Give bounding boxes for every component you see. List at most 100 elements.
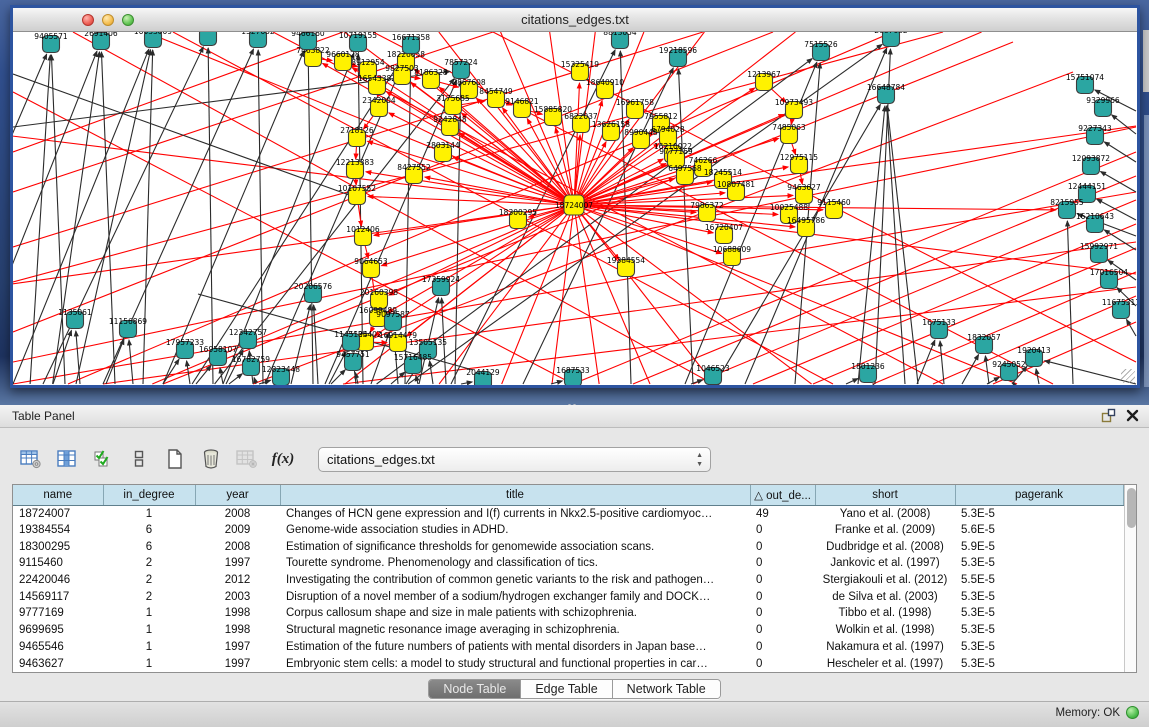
graph-node-label: 16961758 [616, 98, 654, 107]
resize-grip-icon[interactable] [1121, 369, 1135, 383]
graph-node-label: 12823448 [262, 365, 300, 374]
graph-node-label: 10719155 [339, 32, 377, 40]
close-panel-icon[interactable] [1126, 409, 1139, 427]
table-row[interactable]: 946554611997Estimation of the future num… [13, 639, 1123, 656]
new-table-button[interactable] [160, 445, 190, 473]
table-row[interactable]: 2242004622012Investigating the contribut… [13, 572, 1123, 589]
function-builder-button[interactable]: f(x) [268, 445, 298, 473]
network-view-window: citations_edges.txt 18724007746382296601… [10, 5, 1140, 388]
table-scrollbar[interactable] [1124, 485, 1137, 672]
graph-node-label: 2803144 [426, 141, 460, 150]
import-table-button[interactable] [232, 445, 262, 473]
graph-node[interactable] [200, 32, 217, 46]
graph-node-label: 8912954 [351, 58, 385, 67]
show-columns-button[interactable] [52, 445, 82, 473]
adjacent-frame-sliver [1143, 30, 1149, 92]
graph-node-label: 9227343 [1078, 124, 1112, 133]
graph-node-label: 8427552 [397, 163, 431, 172]
graph-node-label: 16782759 [232, 355, 270, 364]
graph-node-label: 16648784 [867, 83, 905, 92]
graph-node-label: 16033809 [134, 32, 172, 36]
dropdown-stepper-icon: ▲▼ [696, 451, 703, 469]
table-row[interactable]: 1872400712008Changes of HCN gene express… [13, 505, 1123, 522]
column-header-out_de[interactable]: △ out_de... [750, 485, 815, 505]
graph-node-label: 12444151 [1068, 182, 1106, 191]
float-panel-icon[interactable] [1101, 408, 1116, 428]
graph-node-label: 20206576 [294, 282, 332, 291]
table-scrollbar-thumb[interactable] [1127, 488, 1136, 528]
table-row[interactable]: 1938455462009Genome-wide association stu… [13, 522, 1123, 539]
split-pane-handle[interactable] [567, 395, 581, 402]
column-header-short[interactable]: short [815, 485, 955, 505]
graph-node-label: 1920413 [1017, 346, 1051, 355]
tab-edge-table[interactable]: Edge Table [521, 680, 612, 698]
column-header-year[interactable]: year [195, 485, 280, 505]
graph-node-label: 2867608 [452, 78, 486, 87]
tab-network-table[interactable]: Network Table [613, 680, 720, 698]
graph-node-label: 1527602 [241, 32, 275, 36]
graph-node-label: 9245052 [992, 360, 1026, 369]
table-select-dropdown[interactable]: citations_edges.txt ▲▼ [318, 447, 711, 472]
delete-table-button[interactable] [196, 445, 226, 473]
graph-node-label: 15992971 [1080, 242, 1118, 251]
column-header-in_degree[interactable]: in_degree [103, 485, 195, 505]
column-header-title[interactable]: title [280, 485, 750, 505]
graph-node-label: 6794028 [651, 125, 685, 134]
adjacent-frame-sliver-2 [1144, 115, 1149, 387]
table-tabs: Node TableEdge TableNetwork Table [428, 679, 720, 699]
graph-node-label: 10688609 [713, 245, 751, 254]
row-options-button[interactable] [124, 445, 154, 473]
function-icon: f(x) [272, 451, 295, 468]
graph-node-label: 6497568 [668, 164, 702, 173]
graph-node-label: 20160398 [360, 288, 398, 297]
table-row[interactable]: 969969511998Structural magnetic resonanc… [13, 622, 1123, 639]
table-row[interactable]: 1830029562008Estimation of significance … [13, 538, 1123, 555]
graph-node-label: 17016504 [1090, 268, 1128, 277]
network-canvas[interactable]: 1872400774638229660128891295416543382234… [13, 32, 1137, 385]
graph-node-label: 2087682 [874, 32, 908, 35]
graph-node-label: 12342757 [229, 328, 267, 337]
graph-node-label: 7955812 [644, 112, 678, 121]
graph-node-label: 12213383 [336, 158, 374, 167]
table-panel: Table Panel [0, 405, 1149, 727]
graph-node-label: 8813054 [603, 32, 637, 37]
table-row[interactable]: 1456911722003Disruption of a novel membe… [13, 588, 1123, 605]
graph-node-label: 17359924 [422, 275, 460, 284]
graph-node-label: 3175685 [436, 94, 470, 103]
table-select-value: citations_edges.txt [327, 452, 435, 467]
graph-node-label: 9457751 [336, 350, 370, 359]
graph-node-label: 16495786 [787, 216, 825, 225]
graph-node-label: 1046523 [696, 364, 730, 373]
memory-status-icon[interactable] [1126, 706, 1139, 719]
status-bar: Memory: OK [0, 701, 1149, 727]
table-panel-title: Table Panel [12, 409, 75, 423]
graph-node-label: 11675311 [1102, 298, 1137, 307]
table-row[interactable]: 977716911998Corpus callosum shape and si… [13, 605, 1123, 622]
graph-node-label: 2691406 [84, 32, 118, 38]
graph-node-label: 9777169 [659, 147, 693, 156]
graph-node-label: 9466160 [291, 32, 325, 38]
table-row[interactable]: 911546021997Tourette syndrome. Phenomeno… [13, 555, 1123, 572]
graph-node-label: 1832057 [967, 333, 1001, 342]
tab-node-table[interactable]: Node Table [429, 680, 521, 698]
node-table-grid[interactable]: namein_degreeyeartitle△ out_de...shortpa… [13, 485, 1124, 672]
graph-node-label: 2342004 [362, 96, 396, 105]
graph-node-label: 16543382 [358, 74, 396, 83]
graph-node-label: 19384554 [607, 256, 645, 265]
graph-node-label: 7485063 [772, 123, 806, 132]
graph-node-label: 10025488 [770, 203, 808, 212]
graph-node-label: 9097587 [376, 310, 410, 319]
graph-node-label: 18245514 [704, 168, 742, 177]
graph-node-label: 10653287 [189, 32, 227, 34]
select-all-columns-button[interactable] [88, 445, 118, 473]
column-header-pagerank[interactable]: pagerank [955, 485, 1123, 505]
table-row[interactable]: 946362711997Embryonic stem cells: a mode… [13, 655, 1123, 672]
table-mode-button[interactable] [16, 445, 46, 473]
column-header-name[interactable]: name [13, 485, 103, 505]
network-window-titlebar[interactable]: citations_edges.txt [13, 8, 1137, 32]
graph-node-label: 9463627 [787, 183, 821, 192]
graph-node-label: 1675133 [922, 318, 956, 327]
graph-node-label: 7857224 [444, 58, 478, 67]
memory-status-label: Memory: OK [1055, 707, 1120, 719]
graph-node-label: 13505135 [409, 338, 447, 347]
